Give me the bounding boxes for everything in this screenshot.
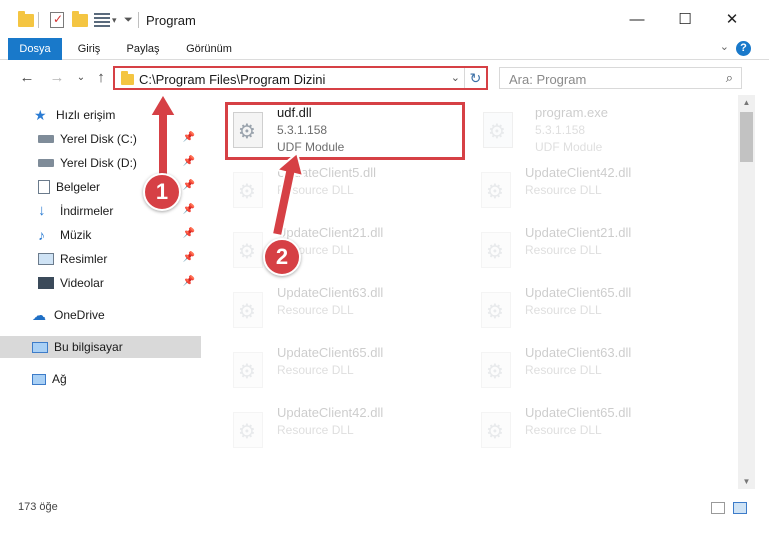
arrow-up-icon: [270, 151, 305, 238]
step-2-badge: 2: [263, 238, 301, 276]
annotation-arrows: [148, 92, 305, 238]
step-1-badge: 1: [143, 173, 181, 211]
arrow-up-icon: [148, 92, 178, 177]
